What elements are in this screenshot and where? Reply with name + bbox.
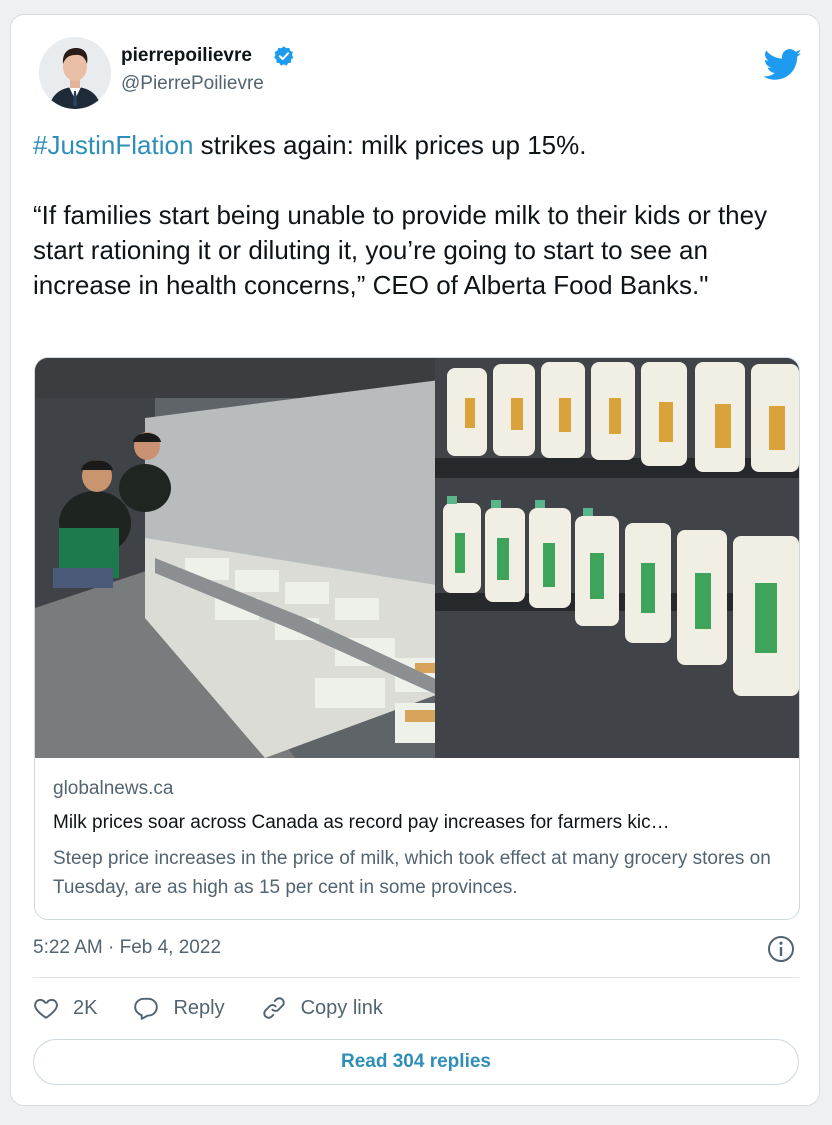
- divider: [33, 977, 799, 978]
- link-preview-card[interactable]: globalnews.ca Milk prices soar across Ca…: [34, 357, 800, 920]
- avatar[interactable]: [39, 37, 111, 109]
- hashtag-link[interactable]: #JustinFlation: [33, 130, 193, 160]
- tweet-first-line: #JustinFlation strikes again: milk price…: [33, 128, 793, 163]
- article-photo: [35, 358, 799, 758]
- like-count: 2K: [73, 996, 98, 1019]
- reply-icon: [134, 997, 159, 1020]
- reply-label: Reply: [173, 996, 225, 1019]
- tweet-text: #JustinFlation strikes again: milk price…: [33, 128, 793, 303]
- display-name[interactable]: pierrepoilievre: [121, 45, 252, 67]
- action-bar: 2K Reply Copy link: [33, 991, 419, 1025]
- heart-icon: [34, 998, 58, 1019]
- like-button[interactable]: 2K: [33, 995, 97, 1021]
- tweet-first-line-text: strikes again: milk prices up 15%.: [193, 130, 587, 160]
- copy-link-label: Copy link: [300, 996, 383, 1019]
- link-domain: globalnews.ca: [53, 778, 174, 799]
- tweet-quote: “If families start being unable to provi…: [33, 200, 768, 300]
- verified-badge-icon: [274, 46, 294, 66]
- tweet-card: pierrepoilievre @PierrePoilievre #Justin…: [10, 14, 820, 1106]
- link-icon: [262, 997, 285, 1019]
- twitter-bird-icon[interactable]: [763, 49, 803, 81]
- link-headline[interactable]: Milk prices soar across Canada as record…: [53, 812, 783, 834]
- read-replies-button[interactable]: Read 304 replies: [33, 1039, 799, 1085]
- link-description: Steep price increases in the price of mi…: [53, 848, 771, 898]
- tweet-timestamp[interactable]: 5:22 AM · Feb 4, 2022: [33, 937, 221, 959]
- info-icon[interactable]: [767, 935, 795, 963]
- reply-button[interactable]: Reply: [133, 995, 225, 1021]
- user-handle[interactable]: @PierrePoilievre: [121, 73, 264, 95]
- copy-link-button[interactable]: Copy link: [261, 995, 383, 1021]
- avatar-image: [39, 37, 111, 109]
